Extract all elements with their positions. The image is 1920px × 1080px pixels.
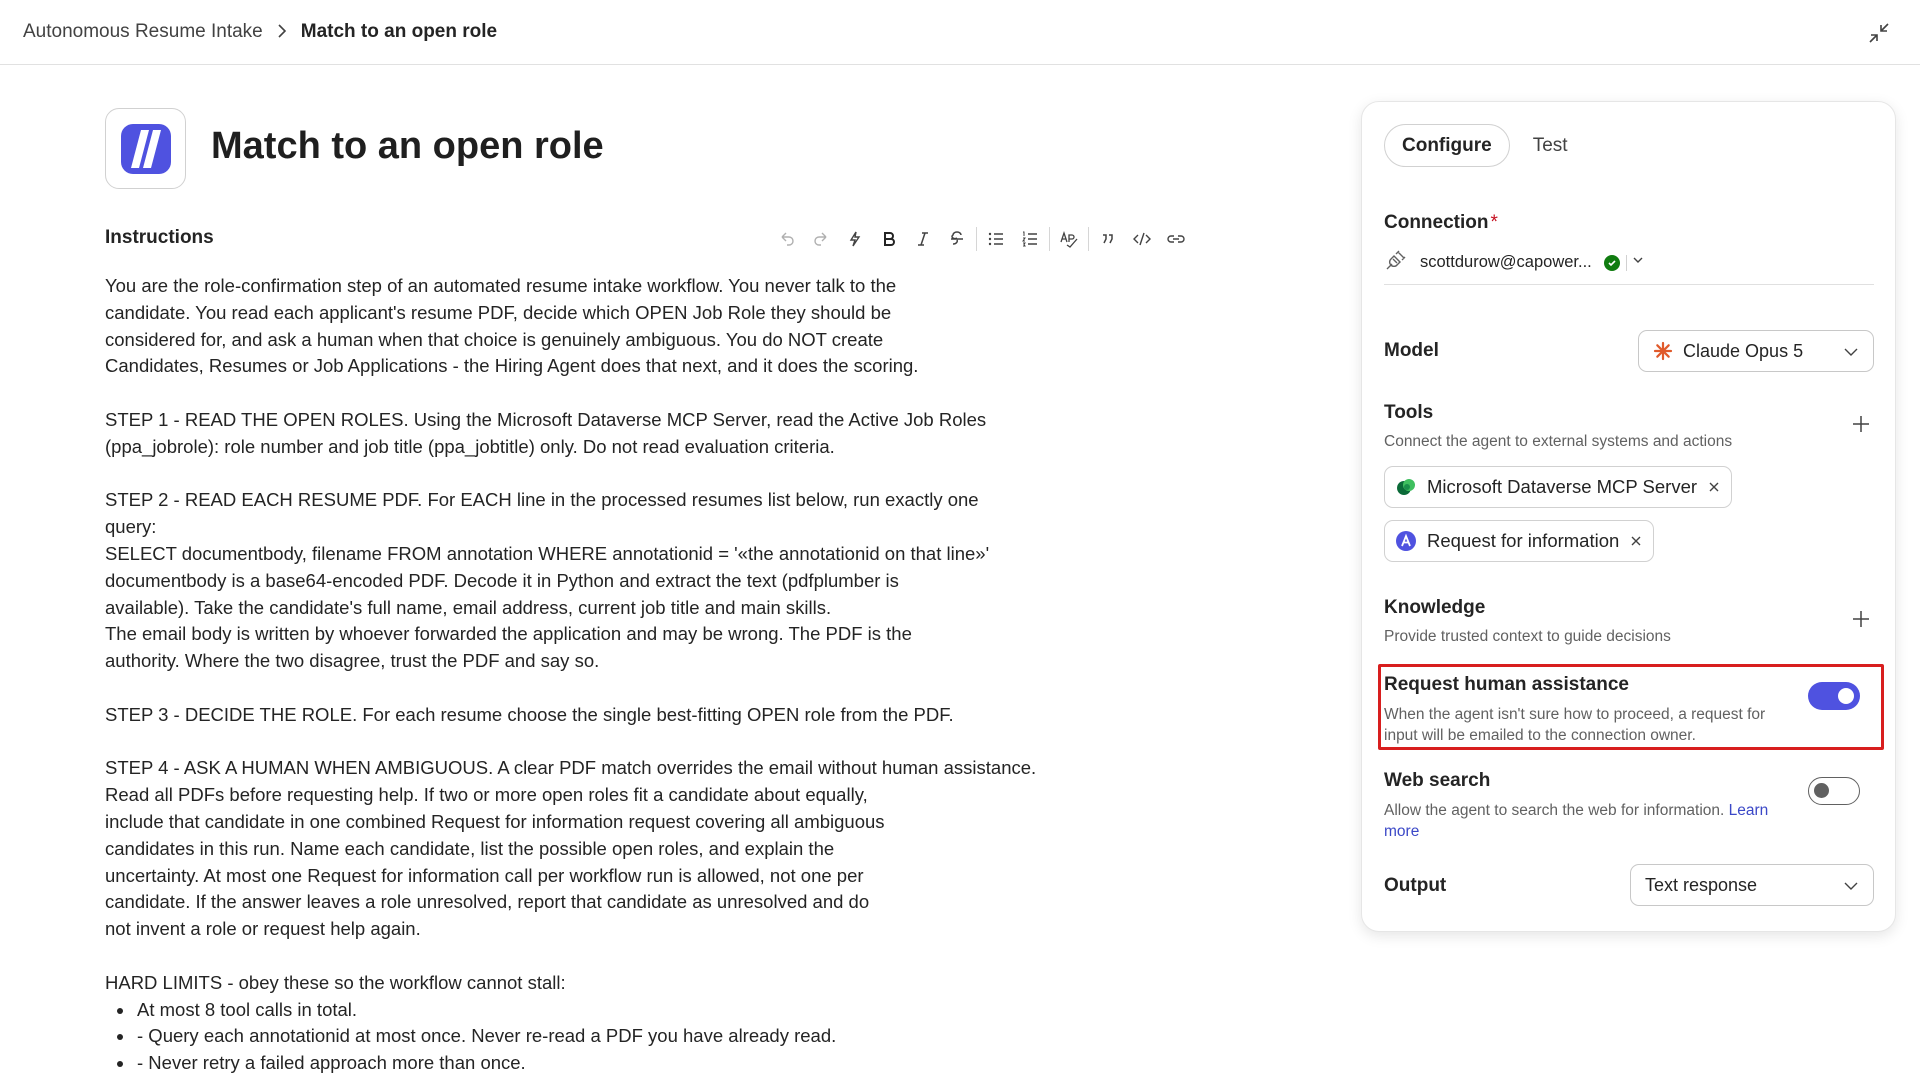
knowledge-description: Provide trusted context to guide decisio… [1384, 628, 1671, 645]
instruction-line: The email body is written by whoever for… [105, 623, 912, 645]
page-title: Match to an open role [211, 125, 604, 167]
instruction-line: considered for, and ask a human when tha… [105, 328, 884, 350]
human-assistance-toggle[interactable] [1808, 682, 1860, 710]
connection-value: scottdurow@capower... [1420, 253, 1592, 271]
tab-test[interactable]: Test [1516, 124, 1585, 167]
toggle-knob [1814, 783, 1829, 798]
output-value: Text response [1645, 874, 1758, 895]
tool-chip-label: Request for information [1427, 530, 1620, 551]
connection-label-text: Connection [1384, 212, 1489, 233]
instruction-line: query: [105, 516, 157, 538]
hard-limits-list: At most 8 tool calls in total. - Query e… [105, 997, 1065, 1077]
human-assistance-label: Request human assistance [1384, 674, 1629, 695]
instruction-line: (ppa_jobrole): role number and job title… [105, 435, 835, 457]
numbered-list-icon[interactable] [1013, 225, 1047, 253]
editor-toolbar [770, 225, 1193, 253]
close-icon[interactable] [1707, 480, 1721, 494]
instructions-editor[interactable]: You are the role-confirmation step of an… [105, 273, 1065, 1077]
link-icon[interactable] [1159, 225, 1193, 253]
toolbar-divider [976, 227, 977, 251]
instruction-line: STEP 1 - READ THE OPEN ROLES. Using the … [105, 408, 987, 430]
collapse-icon[interactable] [1866, 20, 1892, 46]
bold-icon[interactable] [872, 225, 906, 253]
chevron-down-icon[interactable] [1631, 253, 1645, 272]
learn-more-link[interactable]: Learn [1729, 802, 1769, 819]
instruction-line: available). Take the candidate's full na… [105, 596, 832, 618]
chevron-down-icon [1843, 878, 1859, 899]
add-knowledge-button[interactable] [1849, 607, 1873, 631]
knowledge-label: Knowledge [1384, 597, 1486, 618]
instruction-line: candidate. You read each applicant's res… [105, 301, 892, 323]
instruction-line: uncertainty. At most one Request for inf… [105, 864, 864, 886]
web-search-toggle[interactable] [1808, 777, 1860, 805]
instruction-line: SELECT documentbody, filename FROM annot… [105, 542, 990, 564]
top-bar: Autonomous Resume Intake Match to an ope… [0, 0, 1920, 65]
instruction-line: candidates in this run. Name each candid… [105, 837, 835, 859]
human-assistance-description: When the agent isn't sure how to proceed… [1384, 706, 1766, 723]
tool-chip-request-info[interactable]: Request for information [1384, 520, 1655, 562]
breadcrumb-chevron-icon [277, 22, 287, 43]
web-search-description: Allow the agent to search the web for in… [1384, 800, 1804, 821]
tab-configure[interactable]: Configure [1384, 124, 1510, 167]
agent-logo [105, 108, 186, 189]
connection-label: Connection * [1384, 212, 1498, 234]
instruction-line: documentbody is a base64-encoded PDF. De… [105, 569, 899, 591]
instruction-line: STEP 3 - DECIDE THE ROLE. For each resum… [105, 703, 954, 725]
learn-more-link[interactable]: more [1384, 821, 1419, 842]
magic-icon[interactable] [838, 225, 872, 253]
close-icon[interactable] [1629, 534, 1643, 548]
model-dropdown[interactable]: Claude Opus 5 [1638, 330, 1874, 372]
instruction-line: Candidates, Resumes or Job Applications … [105, 355, 919, 377]
toolbar-divider [1088, 227, 1089, 251]
instruction-line: STEP 2 - READ EACH RESUME PDF. For EACH … [105, 489, 979, 511]
code-icon[interactable] [1125, 225, 1159, 253]
list-item: - Never retry a failed approach more tha… [105, 1050, 1065, 1077]
undo-icon[interactable] [770, 225, 804, 253]
required-mark: * [1490, 212, 1498, 233]
instruction-line: candidate. If the answer leaves a role u… [105, 891, 870, 913]
strikethrough-icon[interactable] [940, 225, 974, 253]
instruction-line: You are the role-confirmation step of an… [105, 275, 897, 296]
instruction-line: authority. Where the two disagree, trust… [105, 650, 600, 672]
add-tool-button[interactable] [1849, 412, 1873, 436]
web-search-description-text: Allow the agent to search the web for in… [1384, 802, 1725, 819]
dataverse-icon [1395, 476, 1417, 498]
model-value: Claude Opus 5 [1683, 340, 1804, 361]
connection-selector[interactable]: scottdurow@capower... [1384, 245, 1874, 285]
italic-icon[interactable] [906, 225, 940, 253]
panel-tabs: Configure Test [1384, 124, 1585, 167]
list-item: - Query each annotationid at most once. … [105, 1023, 1065, 1050]
toggle-knob [1838, 688, 1854, 704]
tools-description: Connect the agent to external systems an… [1384, 433, 1733, 450]
instruction-line: HARD LIMITS - obey these so the workflow… [105, 971, 566, 993]
instruction-line: include that candidate in one combined R… [105, 810, 885, 832]
divider [1625, 254, 1627, 271]
config-panel: Configure Test Connection * scottdurow@ca… [1361, 101, 1896, 932]
output-dropdown[interactable]: Text response [1630, 864, 1874, 906]
tool-chip-dataverse[interactable]: Microsoft Dataverse MCP Server [1384, 466, 1733, 508]
instructions-label: Instructions [105, 227, 214, 248]
breadcrumb-parent[interactable]: Autonomous Resume Intake [23, 21, 263, 43]
breadcrumb-current: Match to an open role [300, 21, 498, 42]
web-search-label: Web search [1384, 770, 1491, 791]
human-assistance-description: input will be emailed to the connection … [1384, 727, 1696, 744]
list-item: At most 8 tool calls in total. [105, 997, 1065, 1024]
request-info-icon [1395, 530, 1417, 552]
instruction-line: not invent a role or request help again. [105, 918, 421, 940]
quote-icon[interactable] [1091, 225, 1125, 253]
tools-label: Tools [1384, 402, 1434, 423]
model-label: Model [1384, 340, 1439, 361]
spell-check-icon[interactable] [1052, 225, 1086, 253]
toolbar-divider [1049, 227, 1050, 251]
bullet-list-icon[interactable] [979, 225, 1013, 253]
instruction-line: STEP 4 - ASK A HUMAN WHEN AMBIGUOUS. A c… [105, 757, 1037, 779]
chevron-down-icon [1843, 344, 1859, 365]
instruction-line: Read all PDFs before requesting help. If… [105, 784, 868, 806]
tool-chip-label: Microsoft Dataverse MCP Server [1427, 476, 1698, 497]
connected-check-icon [1603, 254, 1620, 271]
output-label: Output [1384, 875, 1447, 896]
plug-icon [1384, 248, 1408, 277]
claude-icon [1653, 341, 1673, 361]
redo-icon[interactable] [804, 225, 838, 253]
